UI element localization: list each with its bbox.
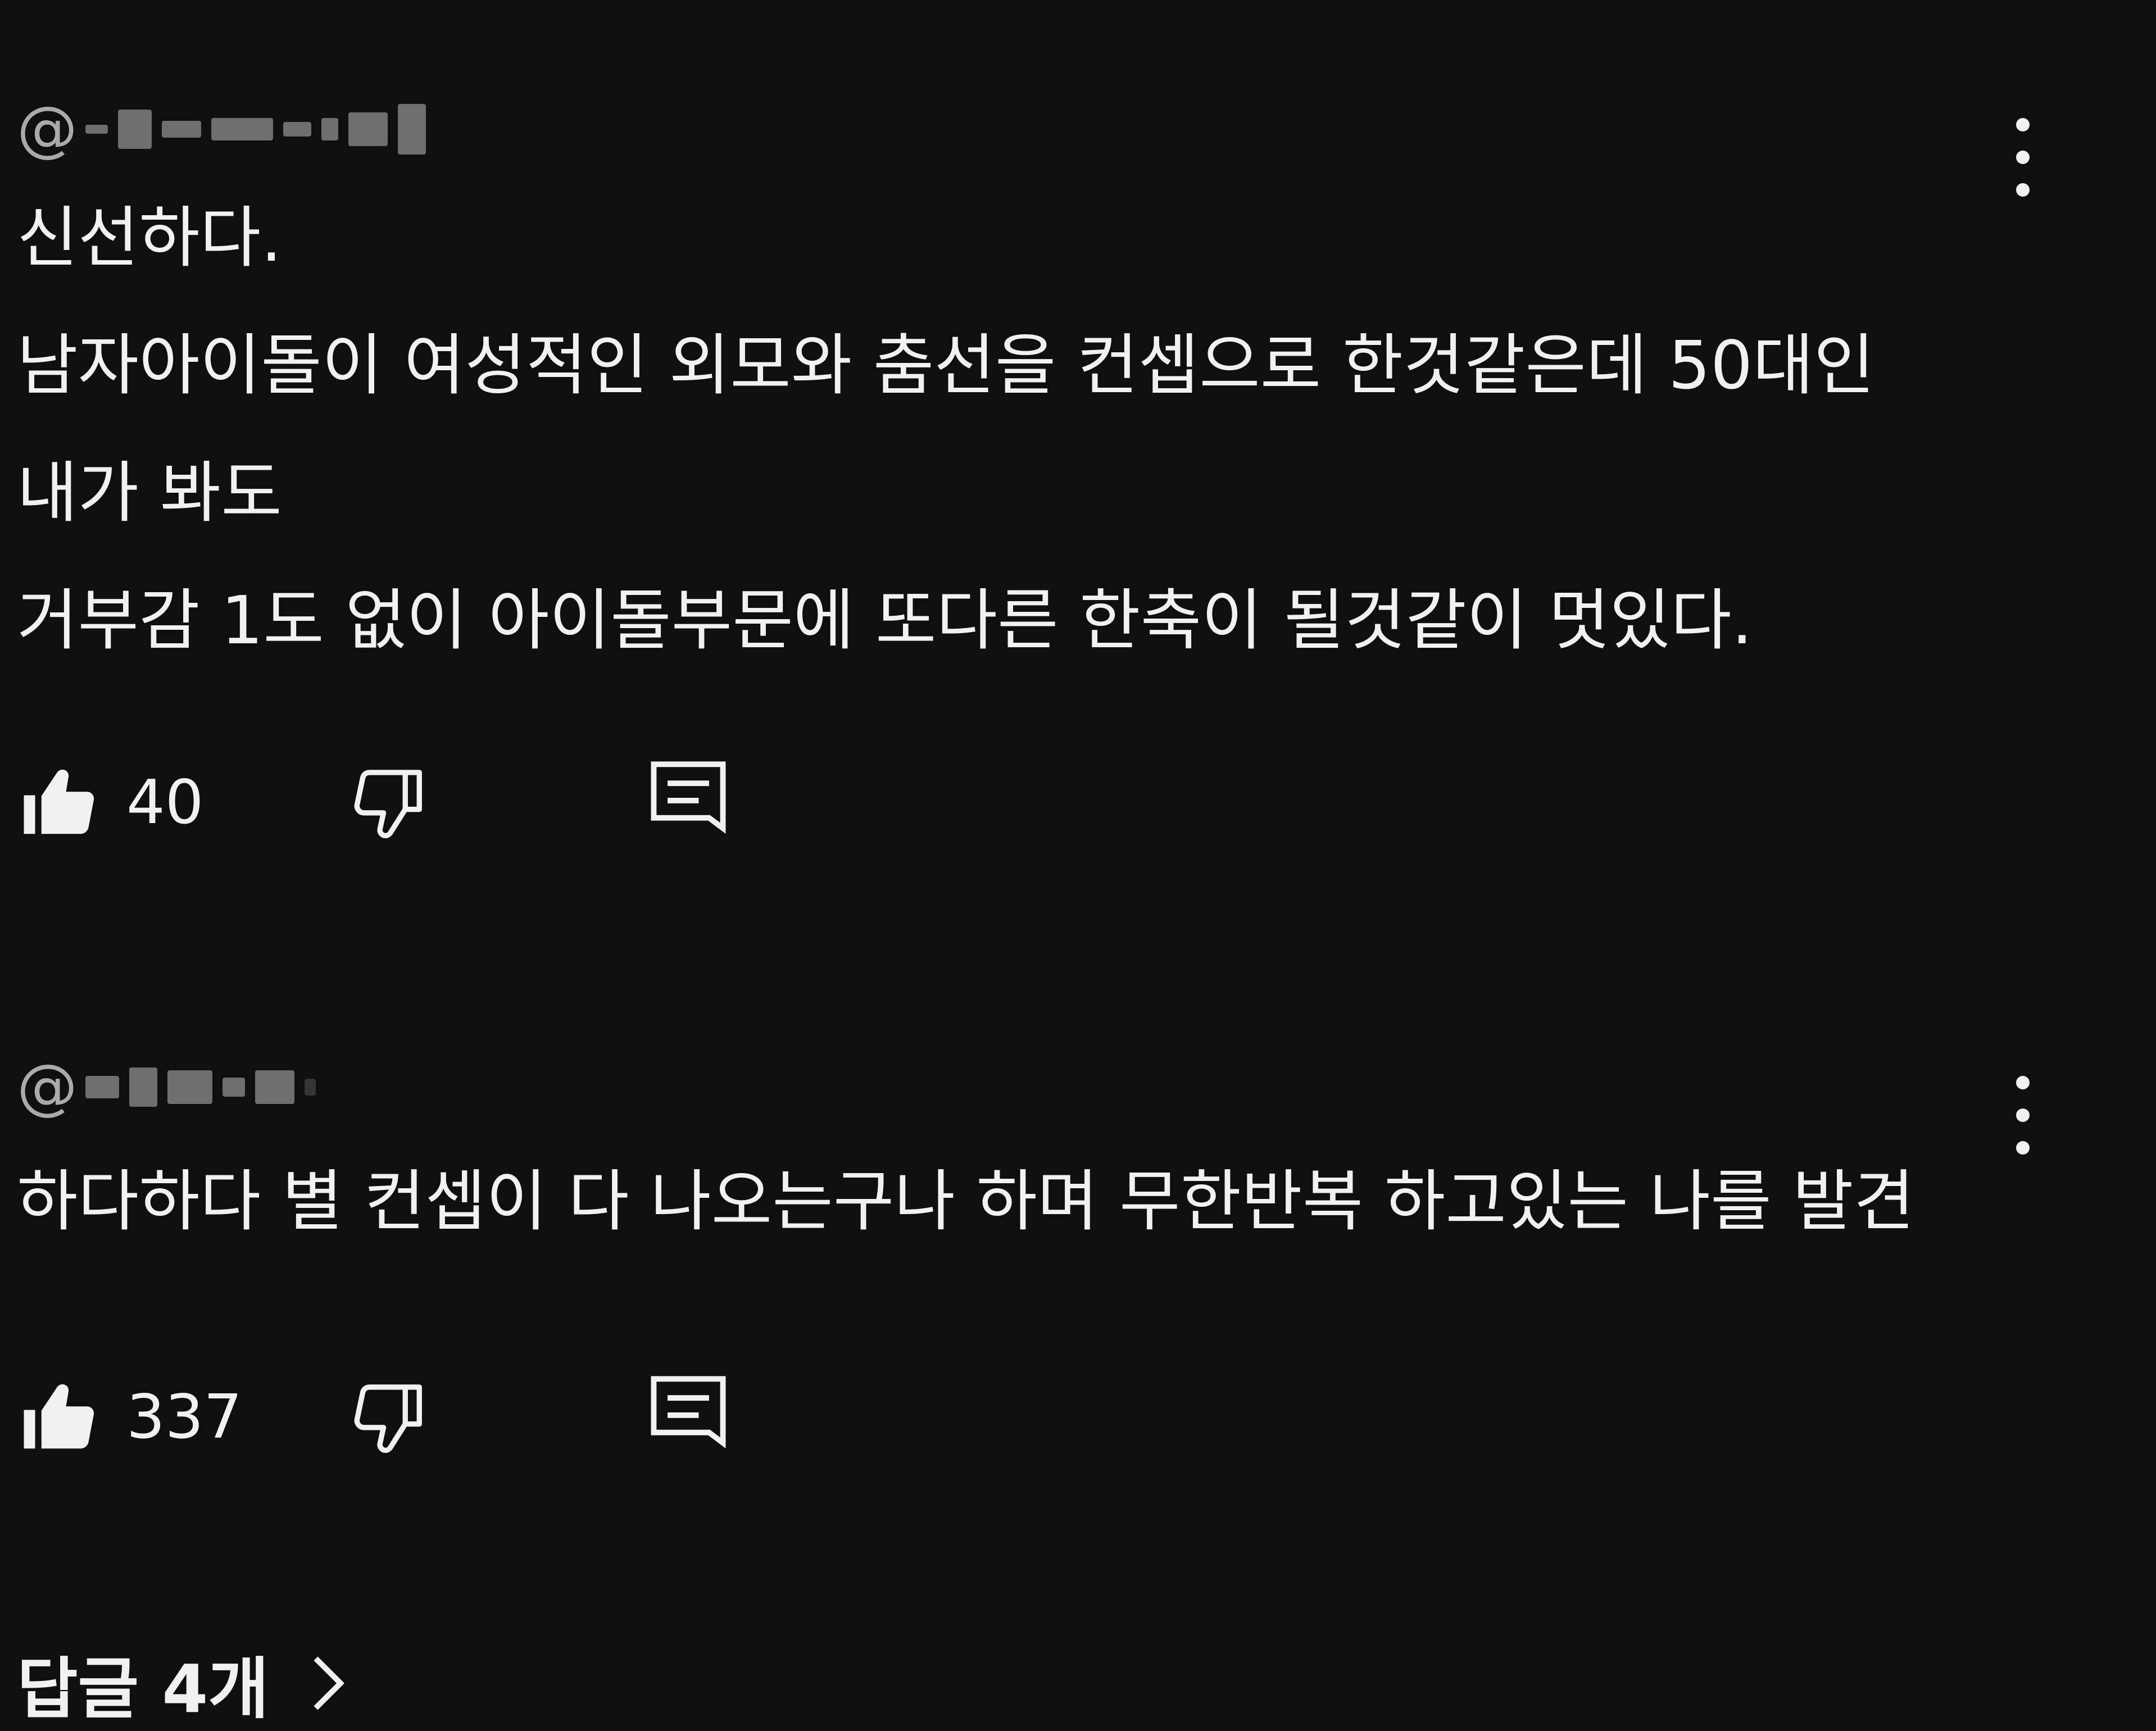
- comment-author[interactable]: @: [17, 1042, 2141, 1132]
- dislike-button[interactable]: [346, 760, 430, 844]
- comment-line: 거부감 1도 없이 아이돌부문에 또다른 한축이 될것같이 멋있다.: [17, 581, 1753, 659]
- dislike-button[interactable]: [346, 1375, 430, 1459]
- view-replies-button[interactable]: 답글 4개: [17, 1635, 353, 1731]
- comment-header: @: [17, 84, 2141, 197]
- comment-line: 신선하다.: [17, 199, 282, 276]
- like-button[interactable]: 40: [17, 760, 295, 844]
- reply-button[interactable]: [646, 757, 730, 847]
- comment: @ 하다하다 별 컨셉이 다 나오는구나 하며 무한반복 하고있는 나를 발견 …: [17, 1042, 2141, 1473]
- replies-count-label: 답글 4개: [17, 1650, 269, 1728]
- comment-body: 하다하다 별 컨셉이 다 나오는구나 하며 무한반복 하고있는 나를 발견: [17, 1138, 2141, 1265]
- author-name-redacted: [85, 98, 426, 160]
- comment-header: @: [17, 1042, 2141, 1155]
- like-button[interactable]: 337: [17, 1375, 295, 1459]
- like-count: 337: [126, 1382, 243, 1452]
- like-count: 40: [126, 767, 204, 838]
- comment-reply-icon: [651, 1376, 726, 1448]
- comment-author[interactable]: @: [17, 84, 2141, 174]
- more-options-icon[interactable]: [2006, 1070, 2040, 1160]
- comment-actions: 337: [17, 1361, 2141, 1473]
- comment: @ 신선하다. 남자아이돌이 여성적인 외모와 춤선을 컨셉으로 한것같은데 5…: [17, 84, 2141, 858]
- chevron-right-icon: [314, 1656, 344, 1710]
- thumbs-up-icon: [24, 769, 94, 834]
- more-options-icon[interactable]: [2006, 112, 2040, 202]
- reply-button[interactable]: [646, 1372, 730, 1462]
- author-at-sign: @: [17, 1052, 78, 1122]
- comment-body: 신선하다. 남자아이돌이 여성적인 외모와 춤선을 컨셉으로 한것같은데 50대…: [17, 174, 2141, 684]
- thumbs-up-icon: [24, 1384, 94, 1449]
- comment-actions: 40: [17, 746, 2141, 858]
- author-name-redacted: [85, 1056, 316, 1118]
- comment-line: 내가 봐도: [17, 454, 282, 531]
- comment-line: 하다하다 별 컨셉이 다 나오는구나 하며 무한반복 하고있는 나를 발견: [17, 1162, 1915, 1240]
- author-at-sign: @: [17, 94, 78, 164]
- thumbs-down-icon: [354, 770, 422, 839]
- thumbs-down-icon: [354, 1384, 422, 1453]
- comment-line: 남자아이돌이 여성적인 외모와 춤선을 컨셉으로 한것같은데 50대인: [17, 326, 1875, 404]
- comment-reply-icon: [651, 761, 726, 834]
